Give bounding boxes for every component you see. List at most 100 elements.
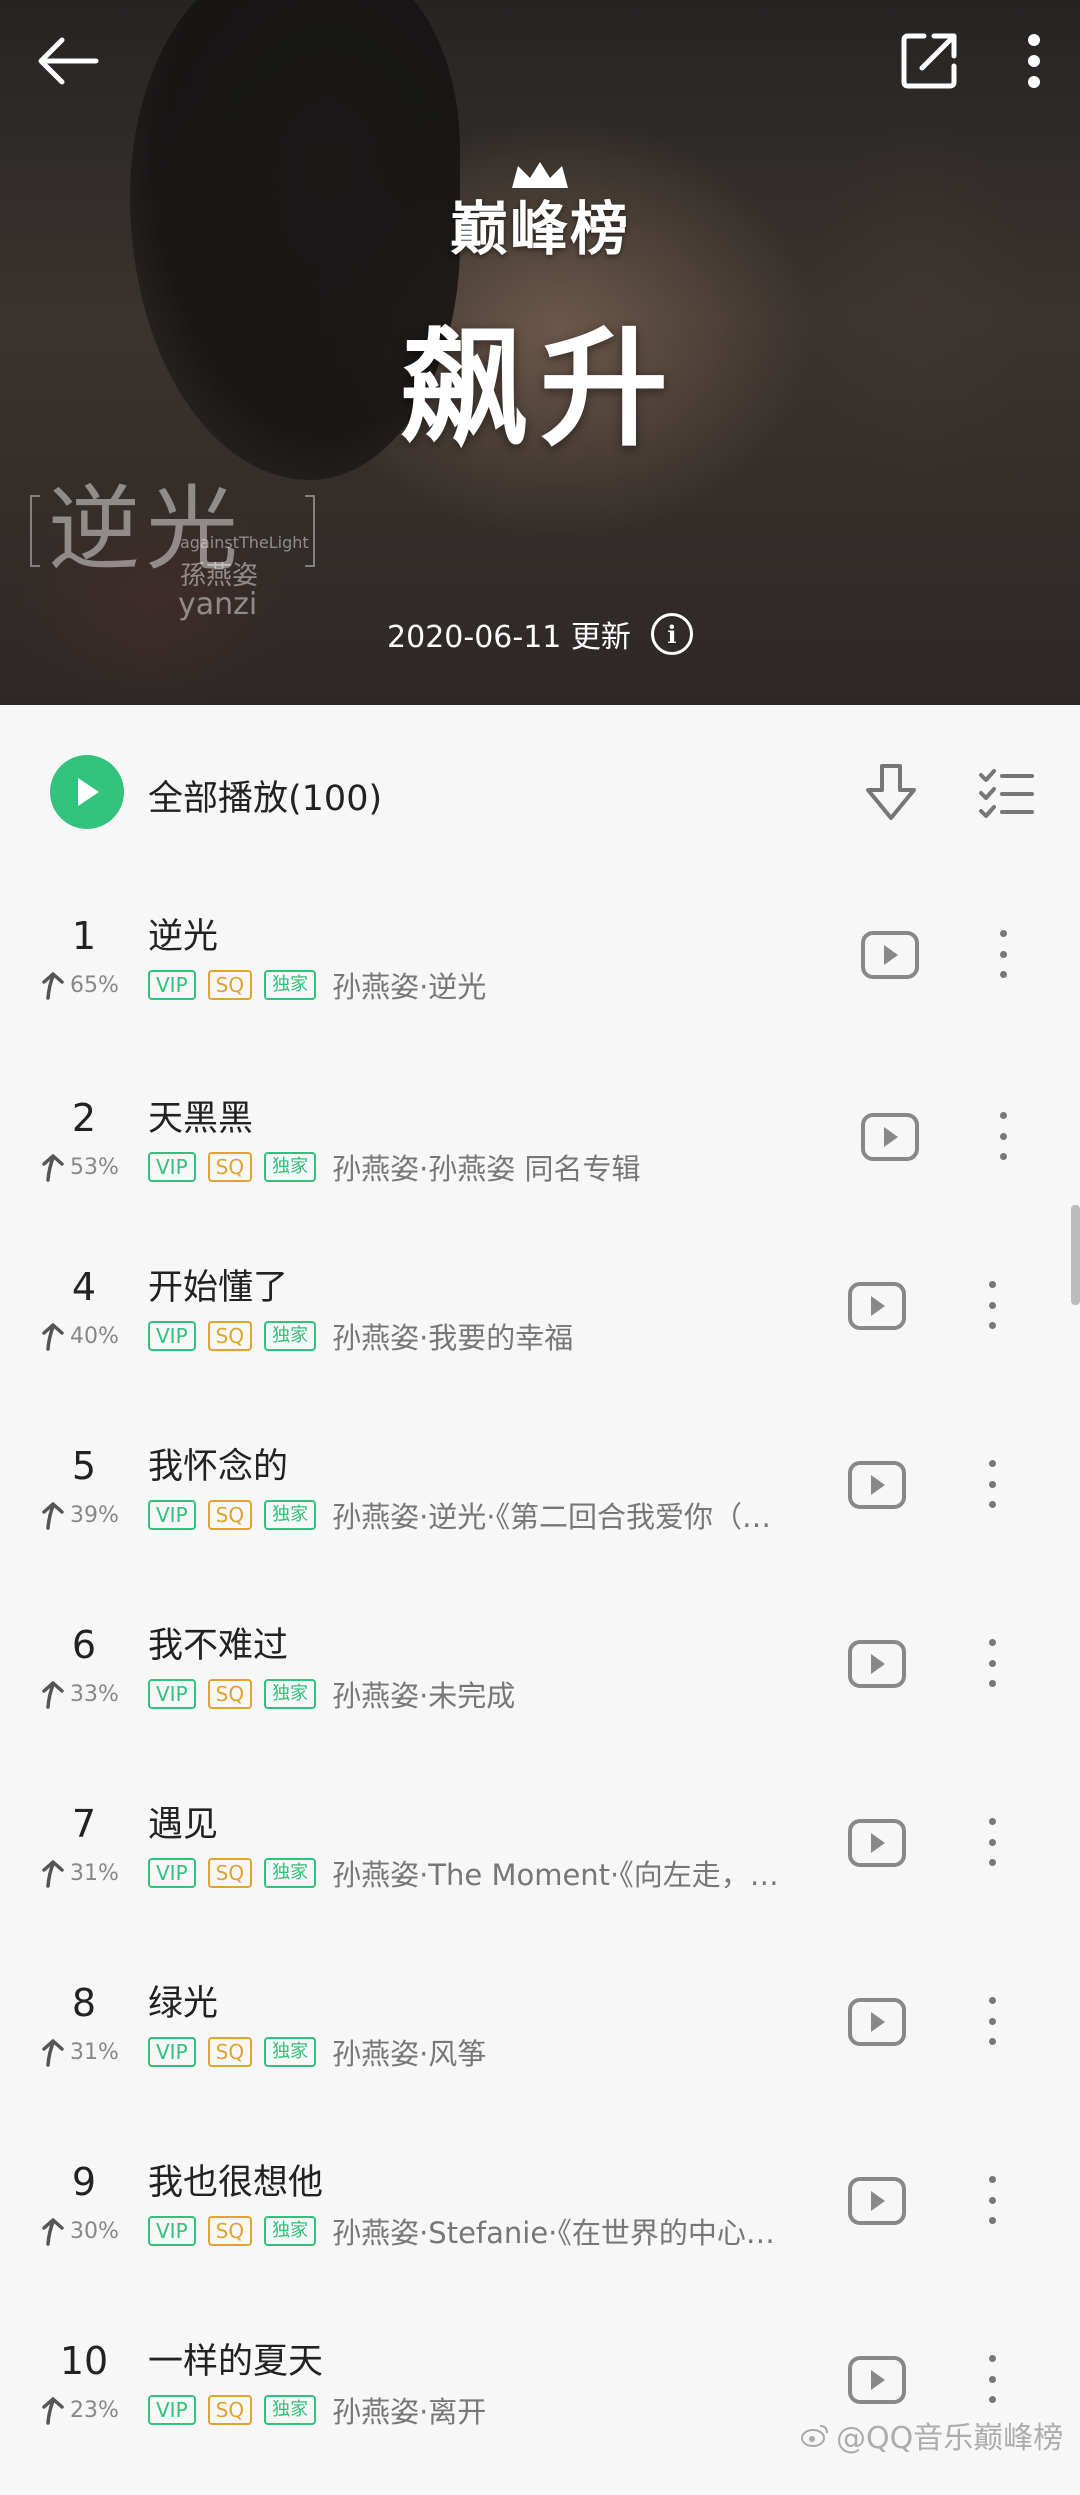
scrollbar-thumb[interactable] bbox=[1071, 1205, 1080, 1305]
sq-badge: SQ bbox=[207, 970, 253, 1000]
dot bbox=[999, 971, 1007, 978]
vip-badge: VIP bbox=[148, 1679, 196, 1709]
mv-button[interactable] bbox=[860, 1112, 920, 1162]
exclusive-badge: 独家 bbox=[264, 1679, 317, 1709]
vip-badge: VIP bbox=[148, 1152, 196, 1182]
mv-button[interactable] bbox=[847, 1460, 907, 1510]
back-button[interactable] bbox=[28, 22, 106, 100]
checklist-icon bbox=[979, 769, 1034, 818]
watermark-text: @QQ音乐巅峰榜 bbox=[836, 2421, 1064, 2456]
trend-up-icon bbox=[42, 2039, 64, 2067]
video-play-icon bbox=[848, 1282, 906, 1330]
dot bbox=[988, 2396, 996, 2403]
sq-badge: SQ bbox=[207, 1500, 253, 1530]
exclusive-badge: 独家 bbox=[264, 970, 317, 1000]
play-icon bbox=[78, 778, 99, 806]
dot bbox=[988, 1301, 996, 1309]
trend-up-icon bbox=[42, 1502, 64, 1530]
dot bbox=[988, 2017, 996, 2025]
trend-indicator: 40% bbox=[40, 1321, 119, 1351]
dot bbox=[988, 1838, 996, 1846]
song-meta: VIP SQ 独家 孙燕姿·Stefanie·《在世界的中心… bbox=[148, 2210, 775, 2252]
dot bbox=[988, 2217, 996, 2224]
song-row-2[interactable]: 2 53% 天黑黑 VIP SQ 独家 孙燕姿·孙燕姿 同名专辑 bbox=[0, 1082, 1070, 1252]
song-title: 开始懂了 bbox=[148, 1268, 289, 1308]
sq-badge: SQ bbox=[207, 1858, 253, 1888]
song-more-button[interactable] bbox=[977, 1273, 1007, 1337]
song-subtitle: 孙燕姿·我要的幸福 bbox=[332, 1321, 574, 1355]
sq-badge: SQ bbox=[207, 1321, 253, 1351]
song-subtitle: 孙燕姿·逆光·《第二回合我爱你（… bbox=[332, 1500, 772, 1534]
trend-indicator: 33% bbox=[40, 1679, 119, 1709]
song-title: 我不难过 bbox=[148, 1626, 289, 1666]
multi-select-button[interactable] bbox=[978, 768, 1034, 820]
more-options-button[interactable] bbox=[995, 22, 1073, 100]
dot bbox=[988, 1680, 996, 1687]
trend-value: 53% bbox=[70, 1154, 119, 1180]
dot bbox=[999, 1112, 1007, 1119]
song-meta: VIP SQ 独家 孙燕姿·未完成 bbox=[148, 1673, 515, 1715]
trend-up-icon bbox=[42, 1154, 64, 1182]
trend-indicator: 31% bbox=[40, 1858, 119, 1888]
dot bbox=[999, 950, 1007, 958]
song-more-button[interactable] bbox=[977, 1631, 1007, 1695]
vip-badge: VIP bbox=[148, 2395, 196, 2425]
video-play-icon bbox=[861, 931, 919, 979]
trend-value: 39% bbox=[70, 1502, 119, 1528]
dot bbox=[988, 1859, 996, 1866]
mv-button[interactable] bbox=[847, 1997, 907, 2047]
song-rank: 10 bbox=[59, 2339, 109, 2383]
song-more-button[interactable] bbox=[988, 1104, 1018, 1168]
song-rank: 2 bbox=[71, 1096, 97, 1140]
mv-button[interactable] bbox=[847, 1281, 907, 1331]
download-button[interactable] bbox=[862, 762, 920, 826]
song-more-button[interactable] bbox=[977, 1989, 1007, 2053]
arrow-left-icon bbox=[38, 37, 99, 85]
mv-button[interactable] bbox=[847, 2176, 907, 2226]
song-row-1[interactable]: 1 65% 逆光 VIP SQ 独家 孙燕姿·逆光 bbox=[0, 900, 1070, 1070]
exclusive-badge: 独家 bbox=[264, 2395, 317, 2425]
mv-button[interactable] bbox=[847, 1818, 907, 1868]
info-icon[interactable]: i bbox=[650, 613, 693, 655]
song-title: 一样的夏天 bbox=[148, 2342, 324, 2382]
play-all-label[interactable]: 全部播放(100) bbox=[148, 770, 382, 821]
song-meta: VIP SQ 独家 孙燕姿·逆光·《第二回合我爱你（… bbox=[148, 1494, 771, 1536]
video-play-icon bbox=[848, 1819, 906, 1867]
mv-button[interactable] bbox=[847, 2355, 907, 2405]
mv-button[interactable] bbox=[860, 930, 920, 980]
song-more-button[interactable] bbox=[977, 2347, 1007, 2411]
share-icon bbox=[901, 33, 957, 89]
song-row-8[interactable]: 9 30% 我也很想他 VIP SQ 独家 孙燕姿·Stefanie·《在世界的… bbox=[0, 2146, 1070, 2316]
watermark: @QQ音乐巅峰榜 bbox=[800, 2413, 1063, 2457]
song-subtitle: 孙燕姿·The Moment·《向左走，… bbox=[332, 1858, 779, 1892]
play-all-button[interactable] bbox=[50, 755, 124, 829]
exclusive-badge: 独家 bbox=[264, 1321, 317, 1351]
song-meta: VIP SQ 独家 孙燕姿·风筝 bbox=[148, 2031, 486, 2073]
song-row-6[interactable]: 7 31% 遇见 VIP SQ 独家 孙燕姿·The Moment·《向左走，… bbox=[0, 1788, 1070, 1958]
trend-value: 31% bbox=[70, 1860, 119, 1886]
trend-value: 23% bbox=[70, 2397, 119, 2423]
dot bbox=[988, 1460, 996, 1467]
song-more-button[interactable] bbox=[977, 1810, 1007, 1874]
song-more-button[interactable] bbox=[988, 922, 1018, 986]
song-row-9[interactable]: 10 23% 一样的夏天 VIP SQ 独家 孙燕姿·离开 bbox=[0, 2325, 1070, 2495]
trend-value: 40% bbox=[70, 1323, 119, 1349]
trend-value: 65% bbox=[70, 972, 119, 998]
song-rank: 9 bbox=[71, 2160, 97, 2204]
video-play-icon bbox=[848, 1640, 906, 1688]
song-title: 天黑黑 bbox=[148, 1099, 254, 1139]
exclusive-badge: 独家 bbox=[264, 1858, 317, 1888]
song-row-5[interactable]: 6 33% 我不难过 VIP SQ 独家 孙燕姿·未完成 bbox=[0, 1609, 1070, 1779]
song-more-button[interactable] bbox=[977, 1452, 1007, 1516]
song-more-button[interactable] bbox=[977, 2168, 1007, 2232]
trend-value: 30% bbox=[70, 2218, 119, 2244]
update-date: 2020-06-11 更新 bbox=[387, 620, 631, 655]
more-vertical-icon bbox=[1028, 34, 1040, 88]
song-title: 绿光 bbox=[148, 1984, 219, 2024]
song-row-7[interactable]: 8 31% 绿光 VIP SQ 独家 孙燕姿·风筝 bbox=[0, 1967, 1070, 2137]
song-row-3[interactable]: 4 40% 开始懂了 VIP SQ 独家 孙燕姿·我要的幸福 bbox=[0, 1251, 1070, 1421]
share-button[interactable] bbox=[890, 22, 968, 100]
mv-button[interactable] bbox=[847, 1639, 907, 1689]
trend-indicator: 53% bbox=[40, 1152, 119, 1182]
song-row-4[interactable]: 5 39% 我怀念的 VIP SQ 独家 孙燕姿·逆光·《第二回合我爱你（… bbox=[0, 1430, 1070, 1600]
